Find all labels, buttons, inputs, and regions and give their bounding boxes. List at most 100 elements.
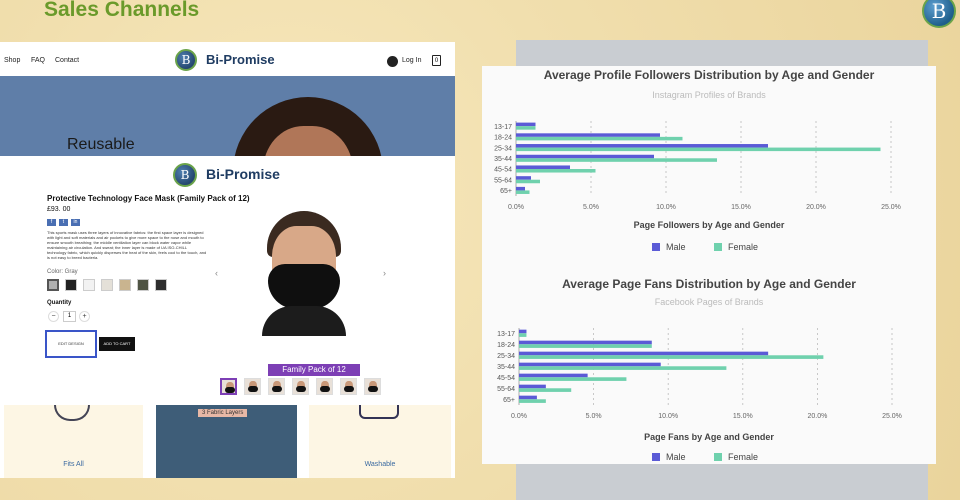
bar-female bbox=[516, 190, 530, 194]
x-tick-label: 10.0% bbox=[658, 413, 678, 420]
add-to-cart-button[interactable]: ADD TO CART bbox=[99, 337, 135, 351]
chart-title: Average Profile Followers Distribution b… bbox=[544, 68, 875, 82]
color-swatch[interactable] bbox=[83, 279, 95, 291]
brand-name-large: Bi-Promise bbox=[206, 166, 280, 182]
thumbnail-mask bbox=[248, 386, 258, 392]
bar-male bbox=[519, 340, 652, 345]
x-tick-label: 0.0% bbox=[508, 204, 524, 211]
legend-swatch-male bbox=[652, 453, 660, 461]
x-tick-label: 5.0% bbox=[586, 413, 602, 420]
bar-male bbox=[519, 351, 769, 356]
bar-male bbox=[519, 362, 661, 367]
gallery-thumbnail[interactable] bbox=[220, 378, 237, 395]
nav-link-contact[interactable]: Contact bbox=[55, 57, 79, 64]
bar-female bbox=[519, 355, 824, 359]
feature-card-fabric-layers: 3 Fabric Layers bbox=[156, 405, 297, 478]
x-tick-label: 25.0% bbox=[881, 204, 901, 211]
bar-female bbox=[519, 377, 627, 381]
chart-subtitle: Facebook Pages of Brands bbox=[655, 297, 764, 307]
color-swatch[interactable] bbox=[119, 279, 131, 291]
user-icon[interactable] bbox=[387, 56, 398, 67]
linkedin-share-icon[interactable]: in bbox=[71, 219, 80, 226]
gallery-thumbnail[interactable] bbox=[268, 378, 285, 395]
product-price: £93. 00 bbox=[47, 206, 71, 213]
y-tick-label: 13-17 bbox=[497, 331, 515, 338]
chart-subtitle: Instagram Profiles of Brands bbox=[652, 90, 766, 100]
color-swatch[interactable] bbox=[65, 279, 77, 291]
quantity-increase-button[interactable]: + bbox=[79, 311, 90, 322]
thumbnail-mask bbox=[320, 386, 330, 392]
legend-label-female: Female bbox=[728, 242, 758, 252]
bar-male bbox=[516, 122, 536, 127]
nav-link-shop[interactable]: Shop bbox=[4, 57, 20, 64]
color-label: Color: Gray bbox=[47, 269, 78, 275]
chart-title: Average Page Fans Distribution by Age an… bbox=[562, 277, 856, 291]
color-swatch[interactable] bbox=[101, 279, 113, 291]
cart-icon[interactable]: 0 bbox=[432, 55, 441, 66]
company-logo: B bbox=[922, 0, 956, 28]
y-tick-label: 35-44 bbox=[497, 364, 515, 371]
quantity-decrease-button[interactable]: − bbox=[48, 311, 59, 322]
instagram-chart-svg: Average Profile Followers Distribution b… bbox=[494, 68, 901, 252]
gallery-thumbnail[interactable] bbox=[364, 378, 381, 395]
x-tick-label: 0.0% bbox=[511, 413, 527, 420]
x-tick-label: 25.0% bbox=[882, 413, 902, 420]
gallery-prev-arrow-icon[interactable]: ‹ bbox=[215, 268, 218, 278]
bar-male bbox=[519, 373, 588, 378]
brand-logo-icon[interactable]: B bbox=[175, 49, 197, 71]
quantity-input[interactable]: 1 bbox=[63, 311, 76, 322]
bar-male bbox=[516, 186, 525, 191]
y-tick-label: 55-64 bbox=[497, 386, 515, 393]
bar-female bbox=[516, 169, 596, 173]
gallery-thumbnail[interactable] bbox=[292, 378, 309, 395]
bar-female bbox=[516, 136, 683, 141]
color-swatch[interactable] bbox=[155, 279, 167, 291]
bar-female bbox=[516, 179, 540, 184]
brand-logo-icon-large: B bbox=[173, 163, 197, 187]
edit-design-button[interactable]: EDIT DESIGN bbox=[45, 330, 97, 358]
thumbnail-mask bbox=[368, 386, 378, 392]
feature-label-fabric-layers: 3 Fabric Layers bbox=[198, 409, 248, 417]
bar-female bbox=[519, 333, 527, 337]
bar-male bbox=[516, 176, 531, 180]
slide-title: Sales Channels bbox=[44, 0, 200, 21]
facebook-chart: Average Page Fans Distribution by Age an… bbox=[482, 266, 936, 464]
feature-card-fits-all: Fits All bbox=[4, 405, 143, 478]
product-panel: B Bi-Promise Protective Technology Face … bbox=[0, 156, 455, 404]
x-tick-label: 10.0% bbox=[656, 204, 676, 211]
washing-machine-icon bbox=[359, 405, 399, 419]
y-tick-label: 65+ bbox=[503, 397, 515, 404]
legend-swatch-male bbox=[652, 243, 660, 251]
quantity-label: Quantity bbox=[47, 300, 72, 306]
facebook-share-icon[interactable]: f bbox=[47, 219, 56, 226]
bar-female bbox=[516, 147, 881, 152]
bar-male bbox=[519, 384, 546, 389]
chart-panel: Average Profile Followers Distribution b… bbox=[482, 66, 936, 464]
login-link[interactable]: Log In bbox=[402, 57, 421, 64]
pack-banner: Family Pack of 12 bbox=[268, 364, 360, 376]
twitter-share-icon[interactable]: t bbox=[59, 219, 68, 226]
gallery-thumbnail[interactable] bbox=[340, 378, 357, 395]
x-axis-label: Page Followers by Age and Gender bbox=[634, 220, 785, 230]
brand-name[interactable]: Bi-Promise bbox=[206, 52, 275, 67]
bar-female bbox=[516, 158, 717, 162]
y-tick-label: 45-54 bbox=[494, 167, 512, 174]
facebook-chart-svg: Average Page Fans Distribution by Age an… bbox=[497, 277, 902, 462]
legend-label-male: Male bbox=[666, 452, 686, 462]
website-screenshot: Shop FAQ Contact B Bi-Promise Log In 0 R… bbox=[0, 42, 455, 478]
y-tick-label: 13-17 bbox=[494, 124, 512, 131]
gallery-next-arrow-icon[interactable]: › bbox=[383, 268, 386, 278]
gallery-thumbnail[interactable] bbox=[316, 378, 333, 395]
gallery-thumbnail[interactable] bbox=[244, 378, 261, 395]
nav-link-faq[interactable]: FAQ bbox=[31, 57, 45, 64]
y-tick-label: 35-44 bbox=[494, 156, 512, 163]
x-tick-label: 15.0% bbox=[731, 204, 751, 211]
fits-all-icon bbox=[54, 405, 90, 421]
color-swatch[interactable] bbox=[47, 279, 59, 291]
bar-male bbox=[519, 329, 527, 334]
bar-male bbox=[519, 395, 537, 400]
thumbnail-mask bbox=[272, 386, 282, 392]
x-tick-label: 20.0% bbox=[807, 413, 827, 420]
color-swatch[interactable] bbox=[137, 279, 149, 291]
product-description: This sports mask uses three layers of in… bbox=[47, 230, 207, 260]
